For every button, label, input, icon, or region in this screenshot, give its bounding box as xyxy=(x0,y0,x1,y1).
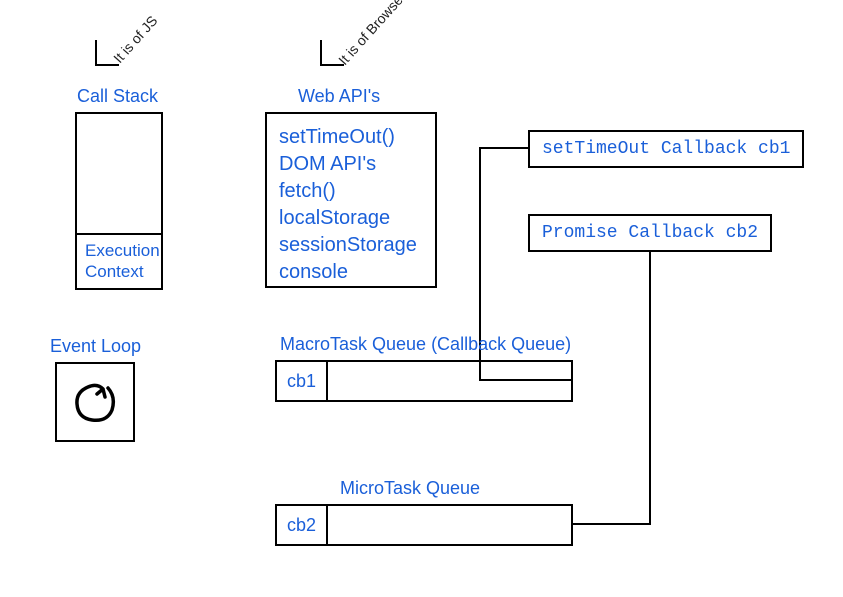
microtask-queue-item: cb2 xyxy=(277,506,328,544)
microtask-queue-title: MicroTask Queue xyxy=(340,478,480,499)
macrotask-queue-box: cb1 xyxy=(275,360,573,402)
macrotask-queue-item: cb1 xyxy=(277,362,328,400)
microtask-queue-box: cb2 xyxy=(275,504,573,546)
macrotask-queue-title: MacroTask Queue (Callback Queue) xyxy=(280,334,571,355)
